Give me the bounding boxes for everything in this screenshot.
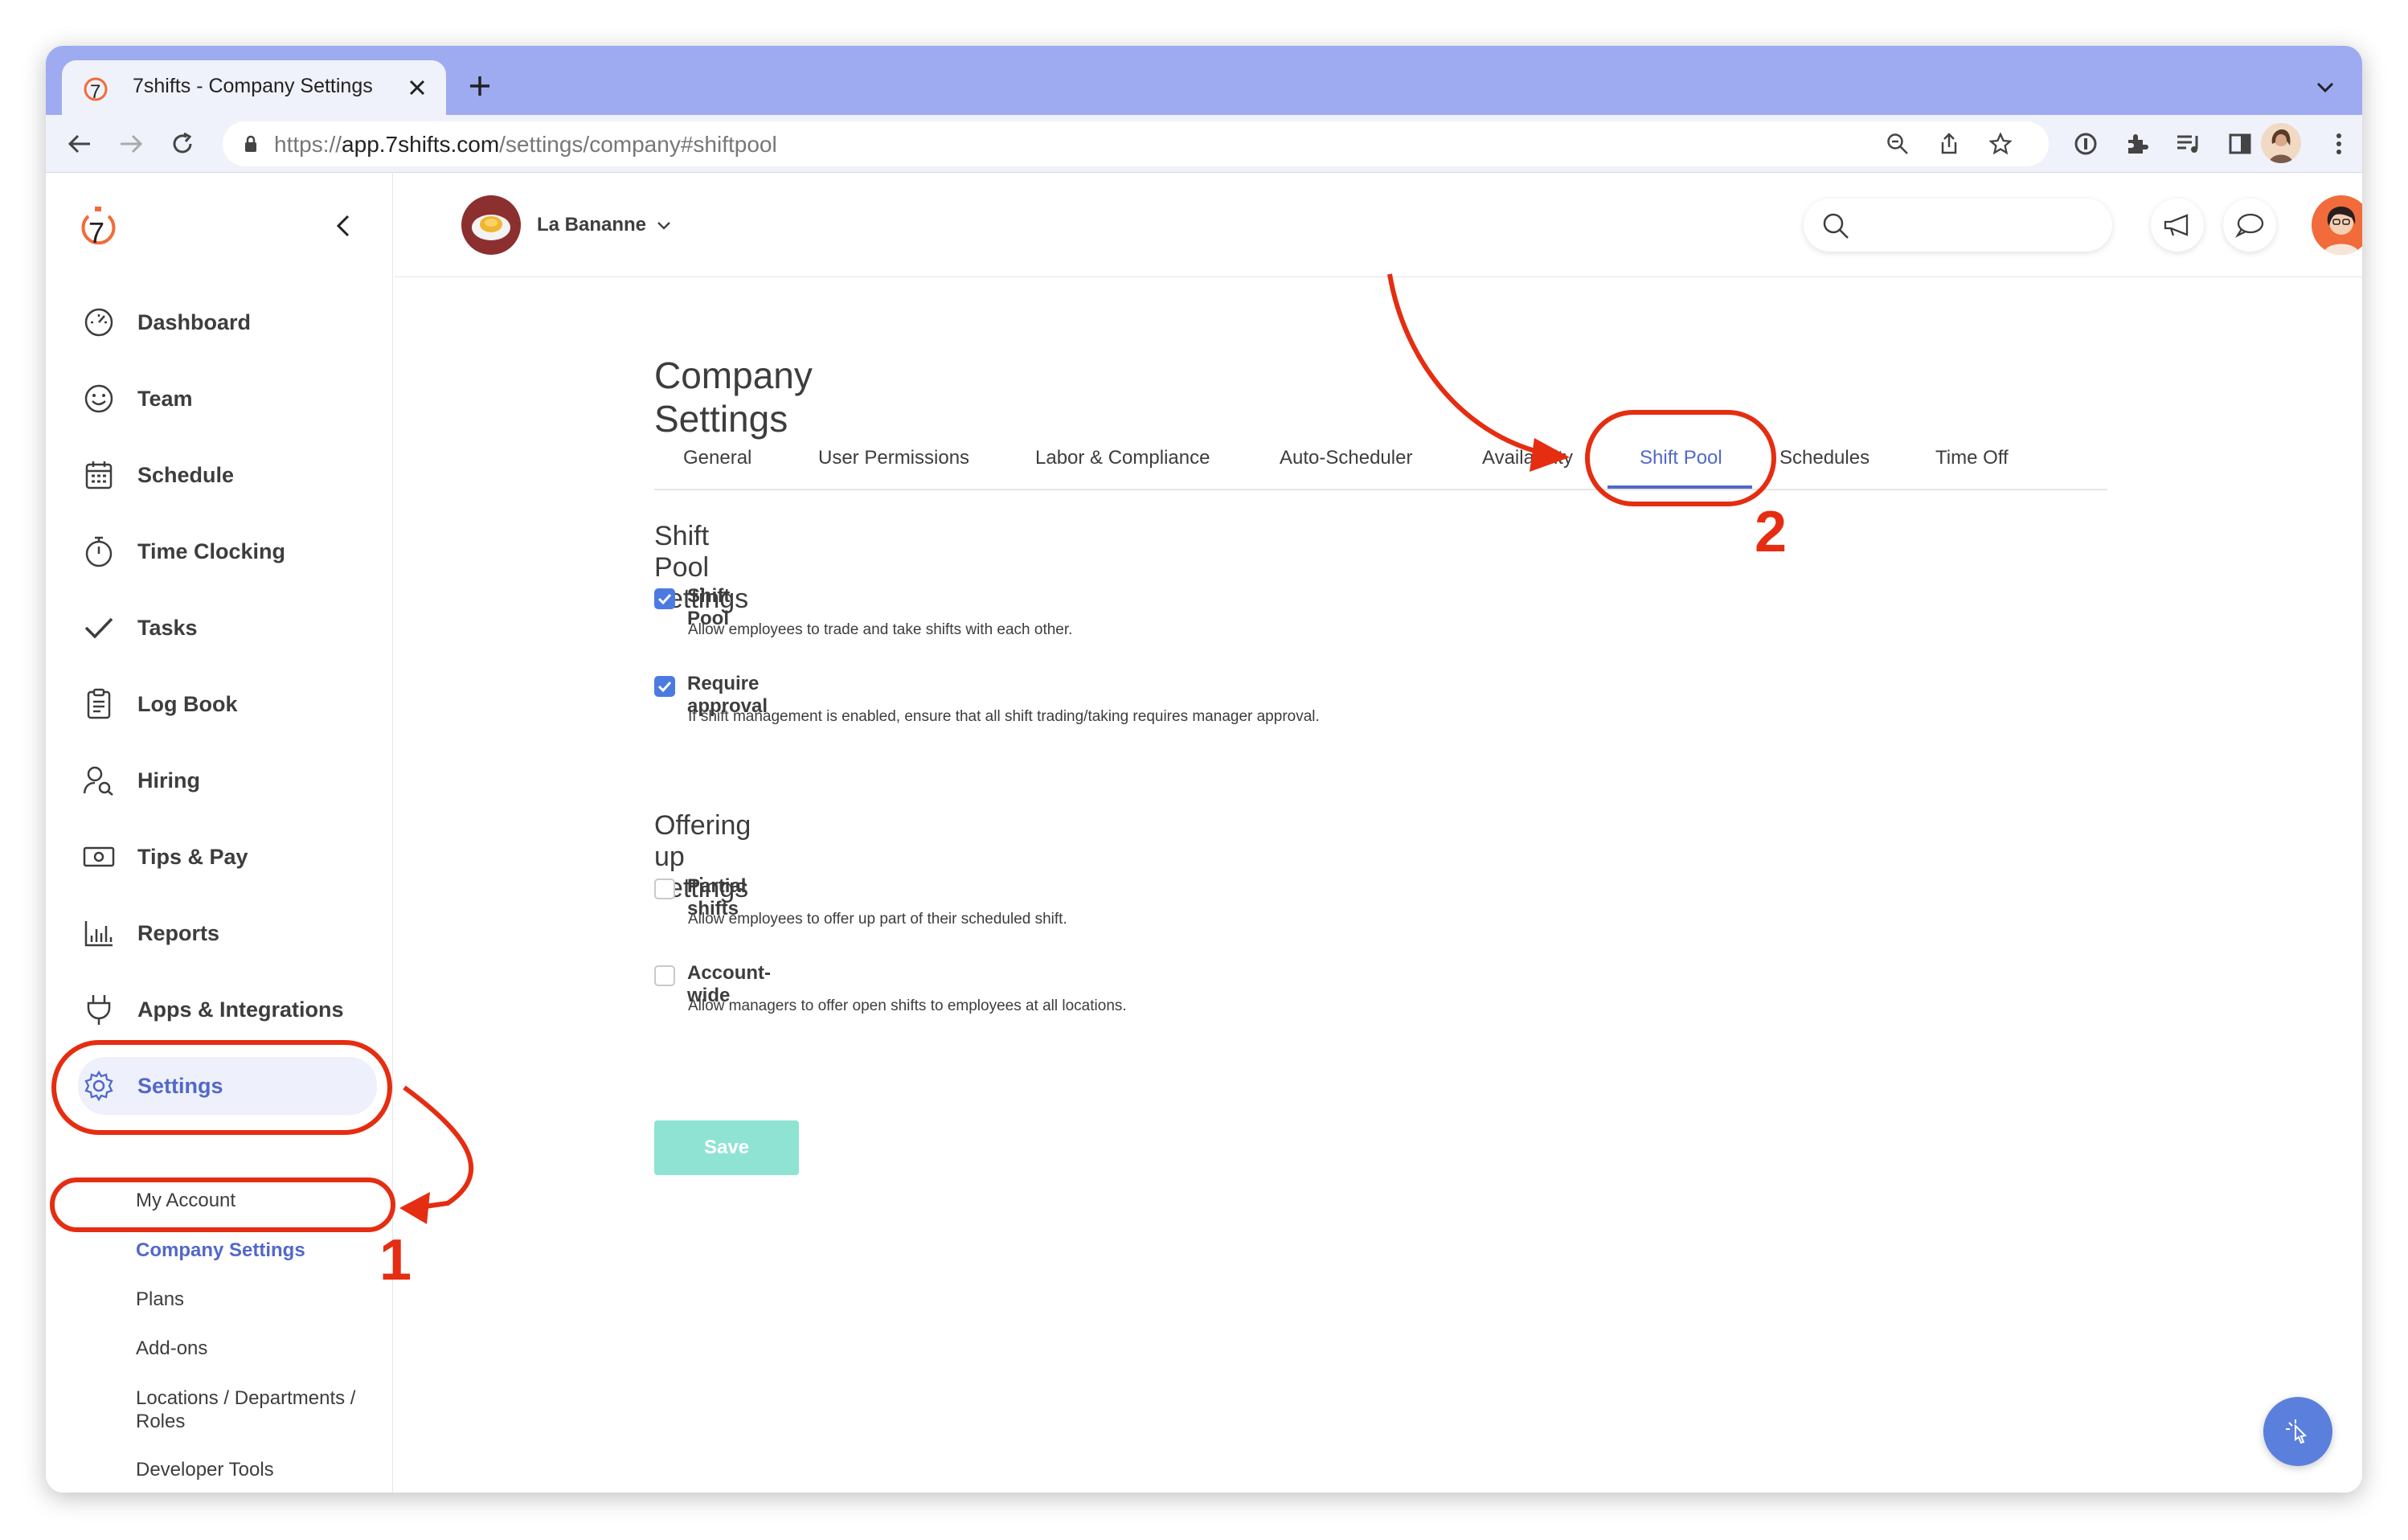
browser-window: 7 7shifts - Company Settings https://app… — [46, 46, 2362, 1493]
annotation-step-1: 1 — [379, 1228, 412, 1292]
arrow-head-1 — [399, 1192, 430, 1224]
annotation-step-2: 2 — [1755, 500, 1788, 564]
shift-pool-tab-highlight-oval — [1585, 410, 1776, 506]
arrow-to-company-settings — [403, 1085, 473, 1210]
settings-highlight-oval — [51, 1040, 392, 1135]
arrow-to-shift-pool-tab — [1387, 273, 1542, 455]
company-settings-highlight-oval — [50, 1178, 395, 1232]
arrow-head-2 — [1530, 438, 1570, 472]
